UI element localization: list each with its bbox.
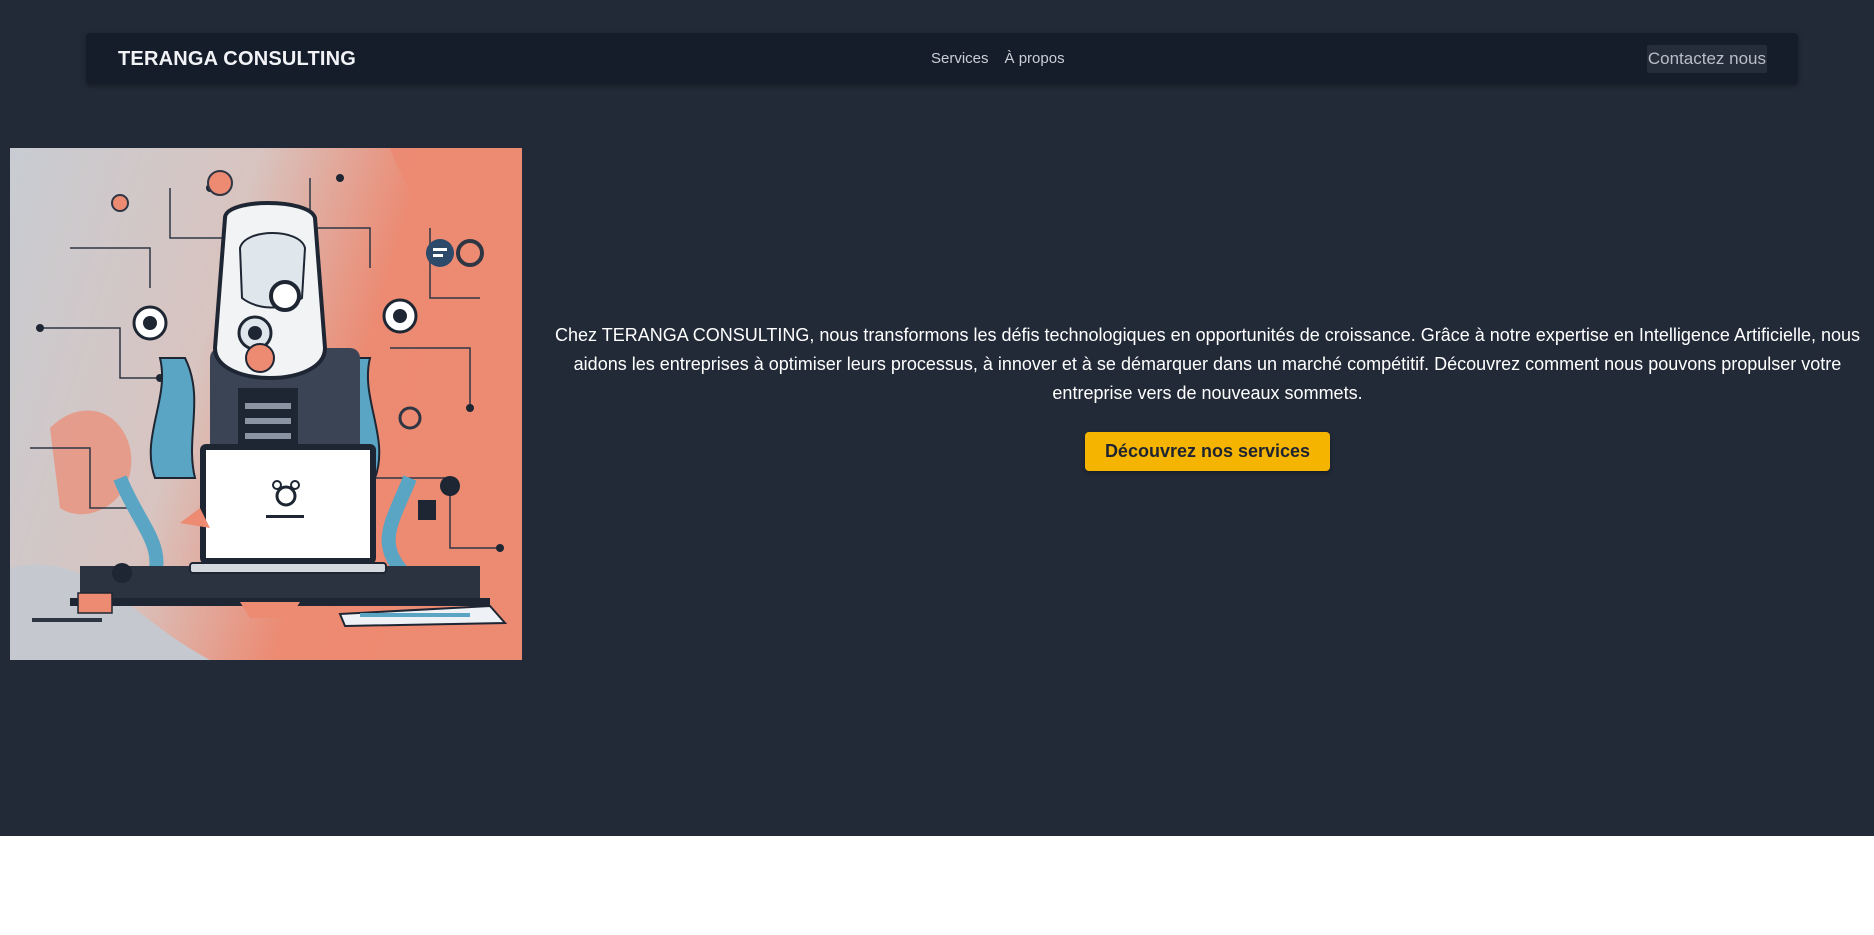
brand-logo[interactable]: TERANGA CONSULTING [118, 48, 356, 71]
robot-illustration-icon [10, 148, 522, 660]
hero-description: Chez TERANGA CONSULTING, nous transformo… [555, 325, 1860, 403]
nav-links: Services À propos [931, 50, 1065, 67]
navbar: TERANGA CONSULTING Services À propos Con… [86, 33, 1798, 84]
nav-link-about[interactable]: À propos [1005, 50, 1065, 67]
discover-services-button[interactable]: Découvrez nos services [1085, 432, 1330, 471]
nav-link-services[interactable]: Services [931, 50, 989, 67]
contact-button[interactable]: Contactez nous [1646, 45, 1767, 73]
